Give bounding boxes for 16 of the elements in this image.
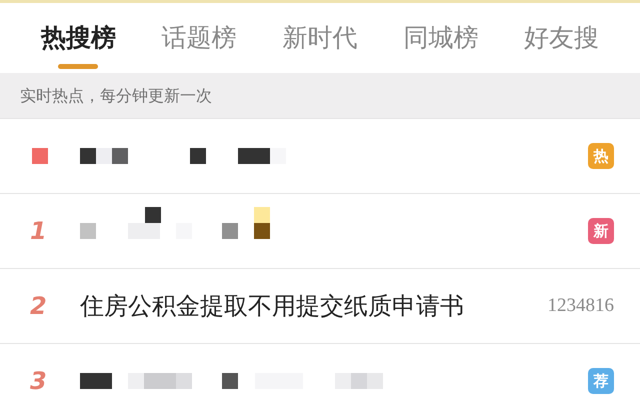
- rank-number: 3: [30, 366, 47, 397]
- topic-badge: 热: [588, 143, 614, 169]
- tab[interactable]: 话题榜: [138, 3, 260, 73]
- rank-number: 1: [30, 216, 47, 247]
- rank-number: 2: [30, 291, 47, 322]
- tab[interactable]: 好友搜: [501, 3, 622, 73]
- topic-badge: 荐: [588, 368, 614, 394]
- tab[interactable]: 热搜榜: [18, 3, 139, 73]
- topic-title[interactable]: 住房公积金提取不用提交纸质申请书: [80, 288, 464, 324]
- search-count: 1234816: [548, 294, 614, 318]
- topic-badge: 新: [588, 218, 614, 244]
- pinned-marker-icon: [32, 148, 48, 164]
- tab[interactable]: 同城榜: [380, 3, 502, 73]
- tab[interactable]: 新时代: [260, 3, 380, 73]
- subheader-text: 实时热点，每分钟更新一次: [20, 84, 212, 106]
- active-tab-indicator: [58, 64, 98, 69]
